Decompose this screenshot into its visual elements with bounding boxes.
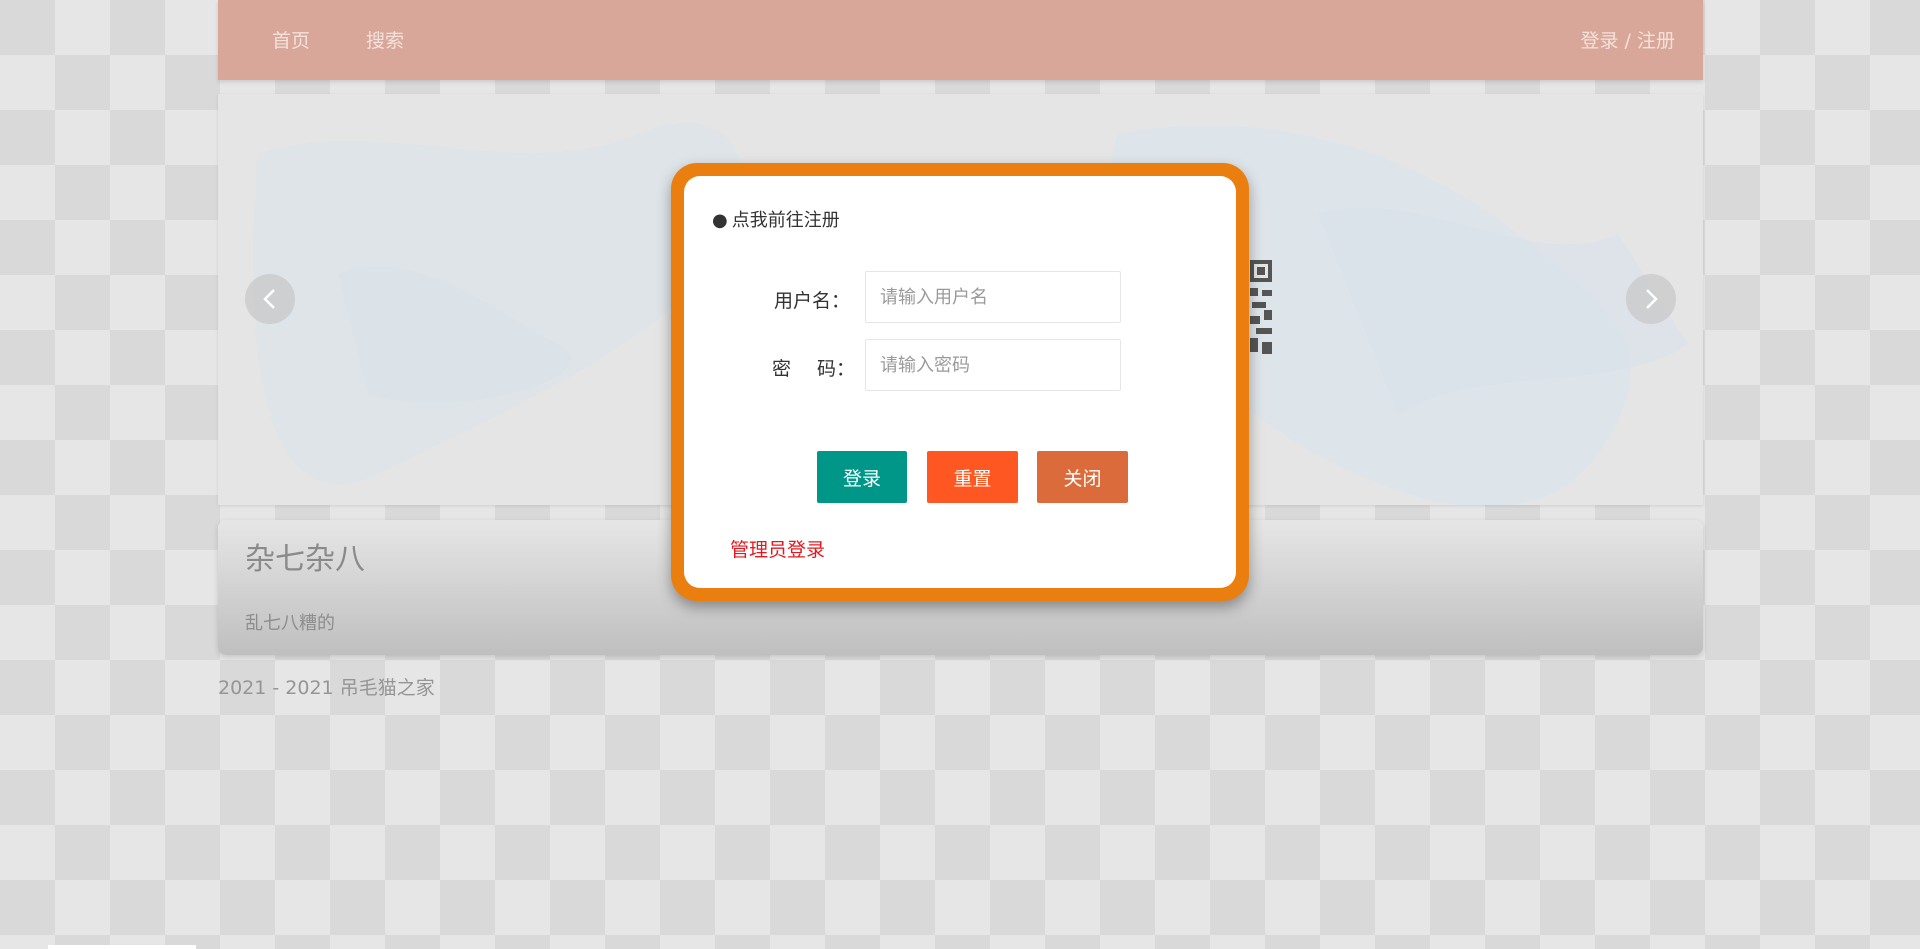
footer-site-name: 吊毛猫之家 <box>339 677 435 699</box>
register-link[interactable]: ● 点我前往注册 <box>712 206 840 232</box>
login-button[interactable]: 登录 <box>817 451 907 503</box>
carousel-prev-button[interactable] <box>245 274 295 324</box>
reset-button[interactable]: 重置 <box>927 451 1018 503</box>
nav-home-link[interactable]: 首页 <box>272 26 310 53</box>
qr-code-icon <box>1250 260 1272 354</box>
top-nav-bar: 首页 搜索 登录 / 注册 <box>218 0 1703 80</box>
password-label-char1: 密 <box>772 358 792 380</box>
username-input[interactable] <box>865 271 1121 323</box>
password-label-char2: 码： <box>817 358 856 380</box>
admin-login-link[interactable]: 管理员登录 <box>730 535 825 562</box>
bullet-icon: ● <box>712 210 728 231</box>
password-input[interactable] <box>865 339 1121 391</box>
login-register-link[interactable]: 登录 / 注册 <box>1581 26 1675 53</box>
carousel-next-button[interactable] <box>1626 274 1676 324</box>
card-description: 乱七八糟的 <box>245 613 335 634</box>
nav-search-link[interactable]: 搜索 <box>366 26 404 53</box>
page: 首页 搜索 登录 / 注册 杂七杂八 乱七八糟的 2021 - 2021 吊毛猫… <box>0 0 1920 949</box>
footer: 2021 - 2021 吊毛猫之家 <box>218 673 1703 700</box>
register-link-label: 点我前往注册 <box>731 210 840 231</box>
bottom-scroll-indicator <box>48 945 196 949</box>
login-modal: ●点我前往注册 用户名： 密 码： 登录 重置 关闭 管理员登录 <box>671 163 1249 601</box>
chevron-left-icon <box>263 289 275 309</box>
password-label: 密 码： <box>772 354 855 381</box>
footer-years: 2021 - 2021 <box>218 677 334 699</box>
username-label: 用户名： <box>774 290 851 312</box>
card-title: 杂七杂八 <box>245 542 365 577</box>
login-form: ●点我前往注册 用户名： 密 码： 登录 重置 关闭 管理员登录 <box>684 176 1236 588</box>
close-button[interactable]: 关闭 <box>1037 451 1128 503</box>
chevron-right-icon <box>1646 289 1658 309</box>
